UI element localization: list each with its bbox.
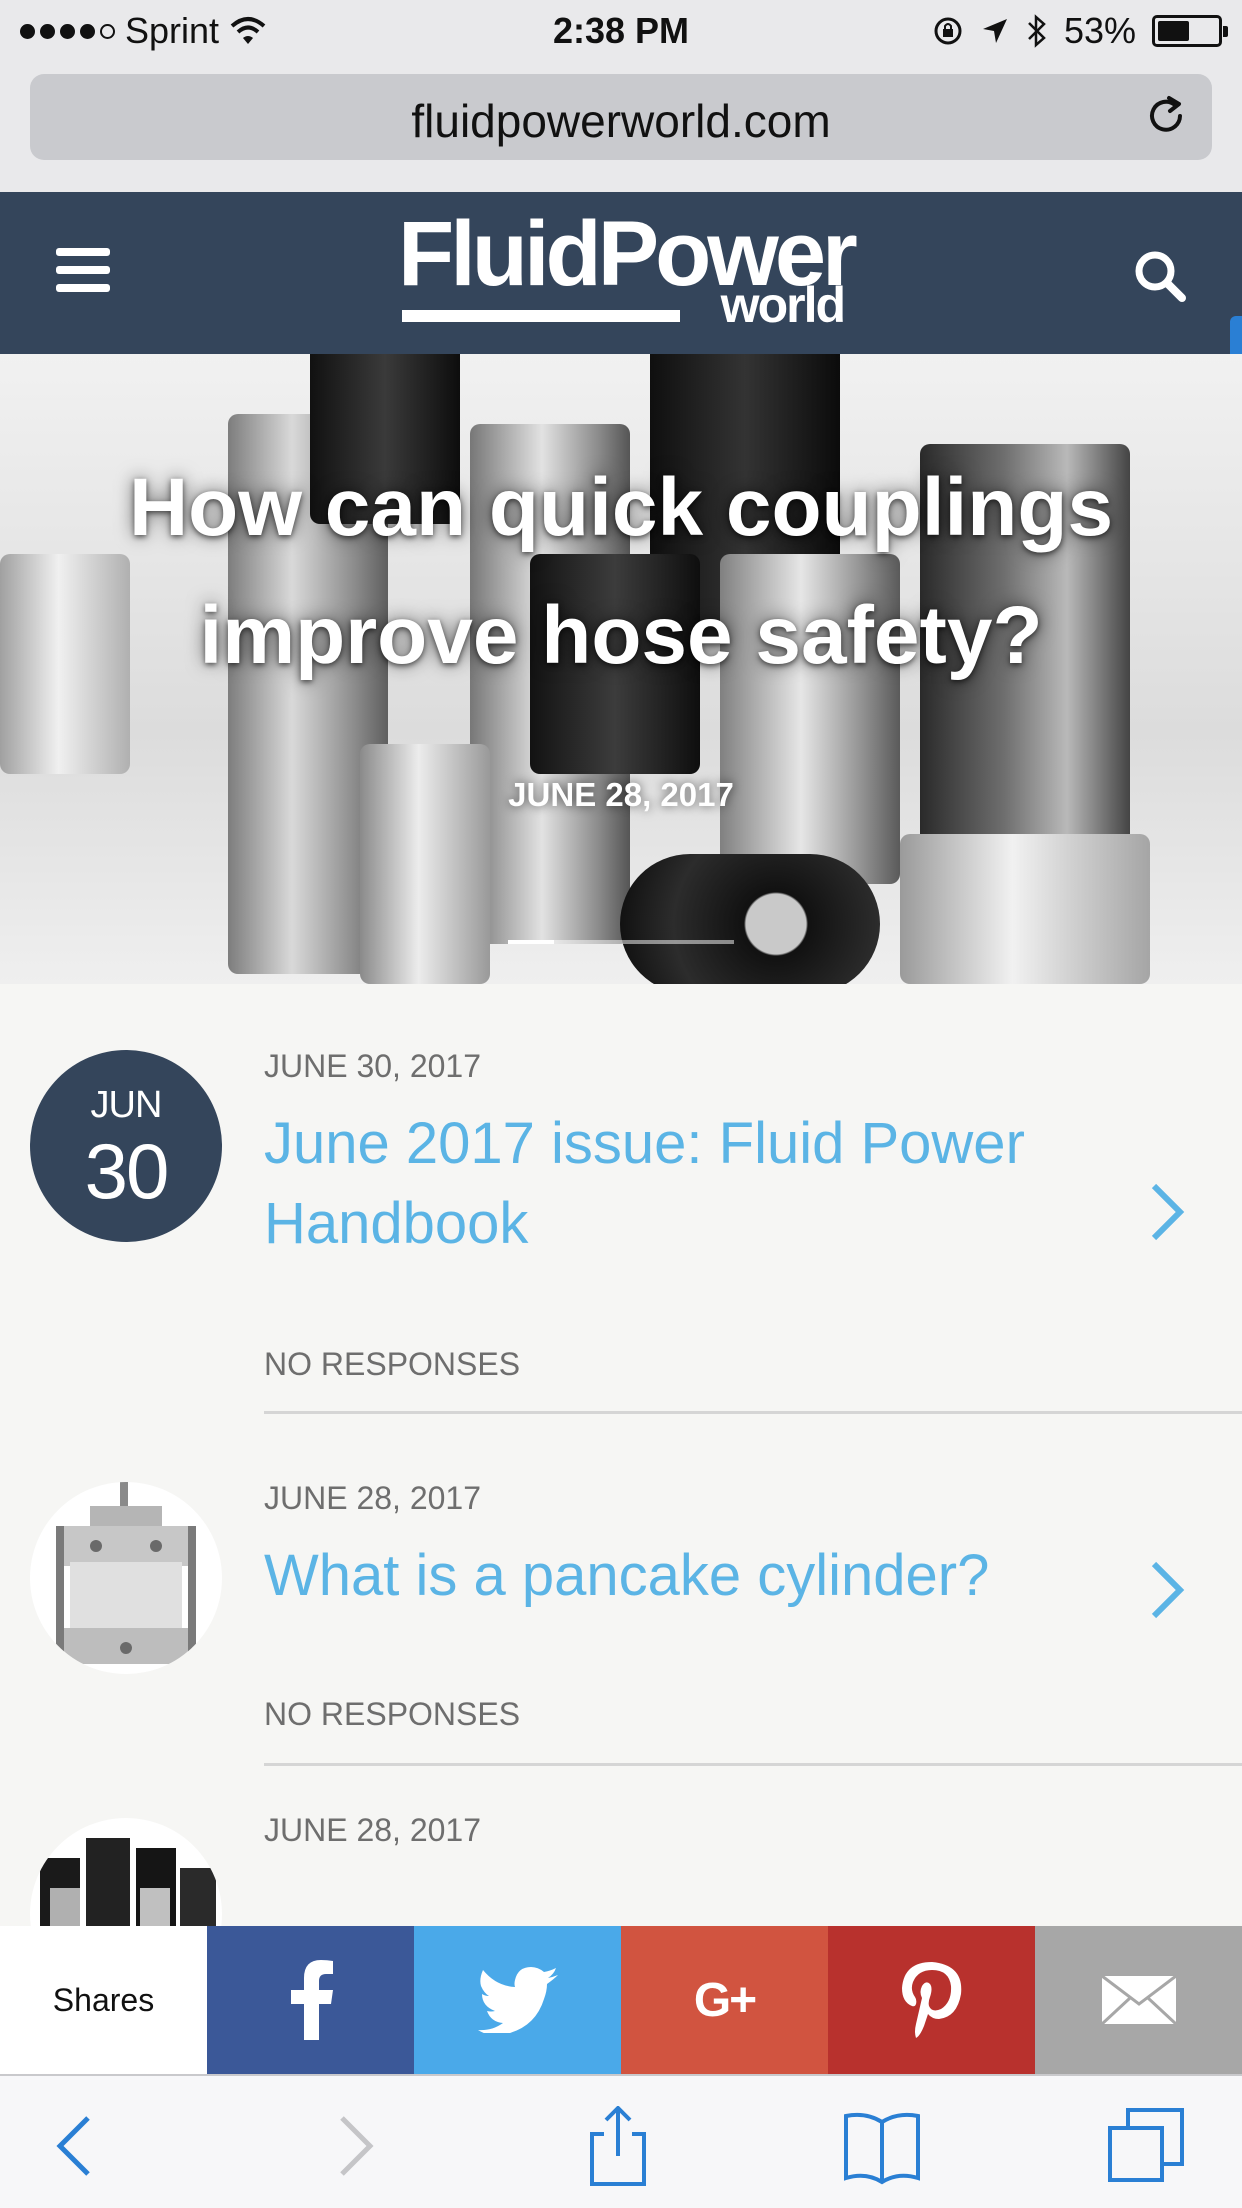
date-badge-month: JUN	[90, 1084, 163, 1126]
slider-indicator-active	[508, 940, 554, 944]
divider	[264, 1411, 1242, 1414]
article-date: JUNE 28, 2017	[264, 1480, 482, 1516]
google-plus-icon: G+	[693, 1973, 757, 2027]
share-icon[interactable]	[578, 2106, 658, 2186]
article-thumbnail	[30, 1482, 222, 1674]
pinterest-icon	[901, 1962, 961, 2038]
hero-title[interactable]: How can quick couplings improve hose saf…	[60, 444, 1182, 700]
chevron-right-icon[interactable]	[1146, 1182, 1186, 1242]
article-title[interactable]: What is a pancake cylinder?	[264, 1536, 1064, 1616]
logo-text-sub: world	[720, 277, 846, 333]
hero-slide[interactable]: How can quick couplings improve hose saf…	[0, 354, 1242, 984]
date-badge-day: 30	[84, 1127, 170, 1215]
site-header: FluidPower world	[0, 192, 1242, 354]
list-item[interactable]: JUN 30 JUNE 30, 2017 June 2017 issue: Fl…	[0, 984, 1242, 1416]
email-icon	[1100, 1974, 1177, 2026]
article-date: JUNE 30, 2017	[264, 1048, 482, 1084]
twitter-icon	[477, 1967, 558, 2033]
hero-date: JUNE 28, 2017	[508, 776, 734, 813]
google-plus-share-button[interactable]: G+	[621, 1926, 828, 2074]
article-responses[interactable]: NO RESPONSES	[264, 1696, 520, 1733]
chevron-right-icon[interactable]	[1146, 1560, 1186, 1620]
article-date: JUNE 28, 2017	[264, 1812, 482, 1848]
cylinder-image	[56, 1482, 196, 1666]
reload-icon[interactable]	[1142, 92, 1190, 140]
article-responses[interactable]: NO RESPONSES	[264, 1346, 520, 1383]
article-title[interactable]: June 2017 issue: Fluid Power Handbook	[264, 1104, 1064, 1264]
list-item[interactable]: JUNE 28, 2017 What is a pancake cylinder…	[0, 1416, 1242, 1768]
search-icon[interactable]	[1132, 248, 1188, 304]
bookmarks-icon[interactable]	[842, 2106, 922, 2186]
article-thumbnail	[30, 1818, 222, 1926]
shares-label: Shares	[0, 1926, 207, 2074]
divider	[264, 1763, 1242, 1766]
location-arrow-icon	[982, 19, 1007, 43]
url-text[interactable]: fluidpowerworld.com	[30, 94, 1212, 148]
status-bar: Sprint 2:38 PM 53%	[0, 0, 1242, 62]
site-logo[interactable]: FluidPower world	[398, 208, 858, 333]
list-item[interactable]: JUNE 28, 2017	[0, 1768, 1242, 1926]
date-badge: JUN 30	[30, 1050, 222, 1242]
status-indicators: 53%	[932, 10, 1228, 52]
browser-address-area: fluidpowerworld.com	[0, 62, 1242, 192]
battery-percent: 53%	[1063, 10, 1136, 51]
slider-indicator[interactable]	[508, 940, 734, 944]
hero-image-coupling	[900, 834, 1150, 984]
bluetooth-icon	[1028, 14, 1046, 48]
battery-icon	[1152, 15, 1228, 47]
tabs-icon[interactable]	[1106, 2106, 1186, 2186]
email-share-button[interactable]	[1035, 1926, 1242, 2074]
browser-toolbar	[0, 2074, 1242, 2208]
back-icon[interactable]	[38, 2106, 118, 2186]
address-bar[interactable]: fluidpowerworld.com	[30, 74, 1212, 160]
article-list: JUN 30 JUNE 30, 2017 June 2017 issue: Fl…	[0, 984, 1242, 1926]
twitter-share-button[interactable]	[414, 1926, 621, 2074]
facebook-icon	[290, 1960, 333, 2040]
orientation-lock-icon	[934, 17, 962, 45]
hero-image-coupling	[620, 854, 880, 984]
share-bar: Shares G+	[0, 1926, 1242, 2074]
couplings-image	[40, 1838, 216, 1926]
facebook-share-button[interactable]	[207, 1926, 414, 2074]
hamburger-menu-icon[interactable]	[56, 248, 110, 292]
logo-underline	[402, 310, 680, 322]
pinterest-share-button[interactable]	[828, 1926, 1035, 2074]
forward-icon[interactable]	[312, 2106, 392, 2186]
